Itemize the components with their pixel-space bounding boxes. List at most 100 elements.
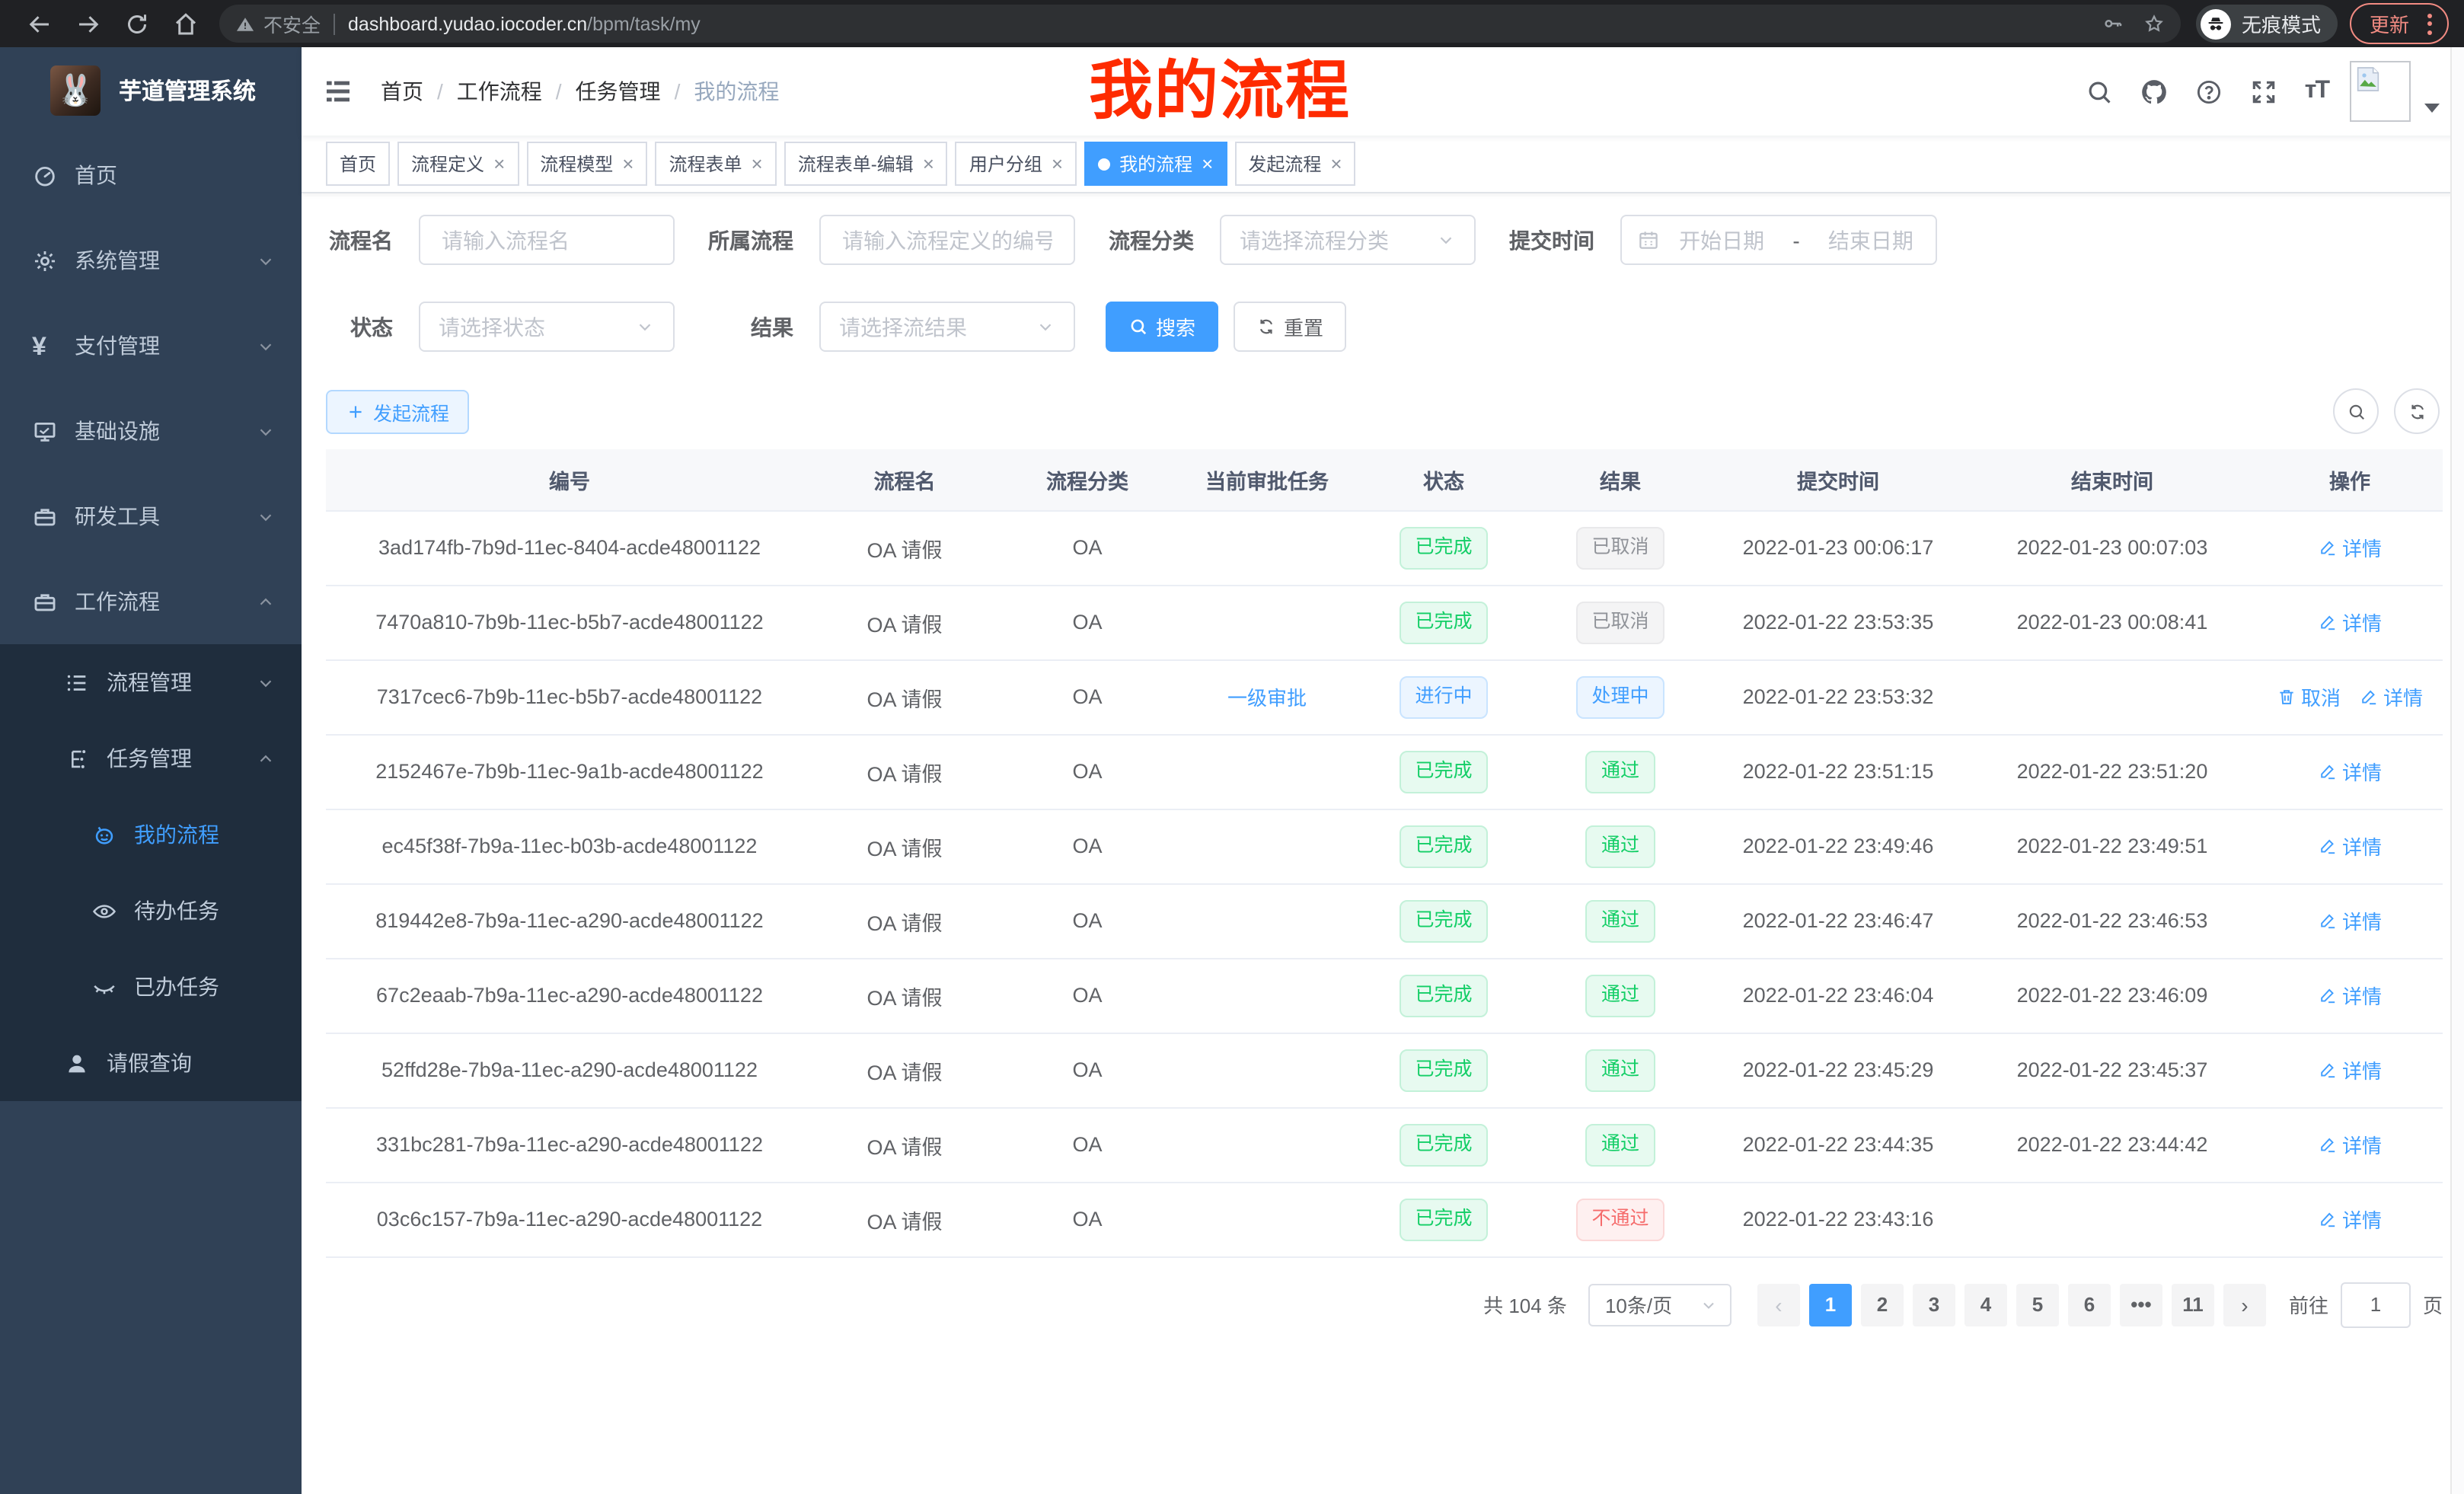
page-button-4[interactable]: 4 — [1964, 1283, 2007, 1326]
monitor-icon — [32, 418, 58, 444]
tab-home[interactable]: 首页 — [326, 142, 390, 186]
chevron-down-icon[interactable] — [2424, 104, 2440, 113]
cell-result: 通过 — [1532, 958, 1709, 1033]
cell-process-name: OA 请假 — [813, 510, 996, 585]
goto-page-input[interactable] — [2341, 1282, 2411, 1327]
page-button-11[interactable]: 11 — [2172, 1283, 2214, 1326]
security-label[interactable]: 不安全 — [263, 9, 321, 38]
sidebar-item-leave-query[interactable]: 请假查询 — [0, 1025, 302, 1101]
search-icon[interactable] — [2086, 77, 2115, 106]
sidebar-item-todo-task[interactable]: 待办任务 — [0, 873, 302, 949]
sidebar-item-workflow[interactable]: 工作流程 — [0, 559, 302, 644]
tab-process-form-edit[interactable]: 流程表单-编辑× — [784, 142, 948, 186]
close-icon[interactable]: × — [1202, 154, 1213, 174]
sidebar-item-done-task[interactable]: 已办任务 — [0, 949, 302, 1025]
tab-process-form[interactable]: 流程表单× — [655, 142, 776, 186]
help-icon[interactable] — [2195, 77, 2224, 106]
detail-button[interactable]: 详情 — [2318, 1130, 2382, 1159]
back-icon[interactable] — [26, 10, 53, 37]
home-icon[interactable] — [172, 10, 199, 37]
detail-button[interactable]: 详情 — [2359, 682, 2423, 711]
close-icon[interactable]: × — [493, 154, 505, 174]
detail-button[interactable]: 详情 — [2318, 1205, 2382, 1234]
close-icon[interactable]: × — [1330, 154, 1342, 174]
hamburger-icon[interactable] — [323, 76, 353, 107]
sidebar-item-label: 系统管理 — [75, 245, 160, 276]
detail-button[interactable]: 详情 — [2318, 757, 2382, 786]
detail-button[interactable]: 详情 — [2318, 832, 2382, 860]
browser-update-button[interactable]: 更新 — [2350, 3, 2449, 44]
gear-icon — [32, 247, 58, 273]
sidebar-item-infrastructure[interactable]: 基础设施 — [0, 388, 302, 474]
sidebar-item-payment-manage[interactable]: ¥支付管理 — [0, 303, 302, 388]
github-icon[interactable] — [2140, 77, 2169, 106]
close-icon[interactable]: × — [923, 154, 934, 174]
next-page-button[interactable]: › — [2223, 1283, 2266, 1326]
reset-button[interactable]: 重置 — [1234, 302, 1346, 352]
app-logo[interactable]: 🐰 芋道管理系统 — [0, 47, 302, 132]
address-bar[interactable]: 不安全 dashboard.yudao.iocoder.cn /bpm/task… — [219, 5, 2181, 43]
category-select[interactable]: 请选择流程分类 — [1220, 215, 1476, 265]
sidebar-item-home[interactable]: 首页 — [0, 132, 302, 218]
sidebar-item-dev-tools[interactable]: 研发工具 — [0, 474, 302, 559]
close-icon[interactable]: × — [1052, 154, 1063, 174]
tab-user-group[interactable]: 用户分组× — [956, 142, 1077, 186]
detail-button[interactable]: 详情 — [2318, 1055, 2382, 1084]
tab-process-model[interactable]: 流程模型× — [526, 142, 647, 186]
owner-process-input[interactable] — [819, 215, 1075, 265]
reload-icon[interactable] — [123, 10, 151, 37]
page-button-6[interactable]: 6 — [2068, 1283, 2111, 1326]
breadcrumb-home[interactable]: 首页 — [381, 76, 423, 107]
prev-page-button[interactable]: ‹ — [1757, 1283, 1800, 1326]
breadcrumb-workflow[interactable]: 工作流程 — [457, 76, 542, 107]
refresh-table-button[interactable] — [2394, 388, 2440, 434]
result-select[interactable]: 请选择流结果 — [819, 302, 1075, 352]
not-secure-warning-icon — [235, 13, 256, 34]
search-button[interactable]: 搜索 — [1106, 302, 1218, 352]
current-task-link[interactable]: 一级审批 — [1227, 682, 1307, 711]
cancel-button[interactable]: 取消 — [2277, 682, 2341, 711]
font-size-icon[interactable]: тТ — [2305, 78, 2328, 105]
tab-start-process[interactable]: 发起流程× — [1234, 142, 1355, 186]
start-process-button[interactable]: 发起流程 — [326, 389, 469, 433]
page-size-select[interactable]: 10条/页 — [1588, 1283, 1732, 1326]
detail-button[interactable]: 详情 — [2318, 533, 2382, 562]
password-key-icon[interactable] — [2102, 12, 2124, 35]
browser-menu-icon[interactable] — [2421, 13, 2438, 34]
page-button-3[interactable]: 3 — [1913, 1283, 1955, 1326]
goto-suffix: 页 — [2423, 1290, 2443, 1319]
tab-my-process[interactable]: 我的流程× — [1084, 142, 1227, 186]
page-scrollbar[interactable] — [2450, 47, 2464, 1494]
close-icon[interactable]: × — [752, 154, 763, 174]
result-badge: 不通过 — [1576, 1198, 1664, 1240]
fullscreen-icon[interactable] — [2250, 77, 2279, 106]
page-button-5[interactable]: 5 — [2016, 1283, 2059, 1326]
status-select[interactable]: 请选择状态 — [419, 302, 675, 352]
detail-button[interactable]: 详情 — [2318, 906, 2382, 935]
submit-time-range-picker[interactable]: 开始日期 - 结束日期 — [1620, 215, 1937, 265]
sidebar-item-system-manage[interactable]: 系统管理 — [0, 218, 302, 303]
tab-process-definition[interactable]: 流程定义× — [397, 142, 519, 186]
sidebar-item-task-manage[interactable]: 任务管理 — [0, 720, 302, 796]
cell-status: 已完成 — [1355, 510, 1532, 585]
sidebar-item-label: 已办任务 — [134, 972, 219, 1002]
cell-actions: 详情 — [2257, 1033, 2443, 1107]
detail-button[interactable]: 详情 — [2318, 608, 2382, 637]
close-icon[interactable]: × — [622, 154, 634, 174]
process-name-input[interactable] — [419, 215, 675, 265]
edit-icon — [2318, 1135, 2338, 1154]
navbar-actions: тТ — [2060, 61, 2443, 122]
user-avatar[interactable] — [2350, 61, 2411, 122]
sidebar-item-process-manage[interactable]: 流程管理 — [0, 644, 302, 720]
show-search-button[interactable] — [2333, 388, 2379, 434]
breadcrumb-task-manage[interactable]: 任务管理 — [576, 76, 661, 107]
more-pages-button[interactable]: ••• — [2120, 1283, 2162, 1326]
cell-end-time: 2022-01-22 23:46:09 — [1968, 958, 2257, 1033]
forward-icon[interactable] — [75, 10, 102, 37]
sidebar-item-my-process[interactable]: 我的流程 — [0, 796, 302, 873]
detail-button[interactable]: 详情 — [2318, 981, 2382, 1010]
bookmark-star-icon[interactable] — [2143, 12, 2166, 35]
page-button-1[interactable]: 1 — [1809, 1283, 1852, 1326]
edit-icon — [2318, 761, 2338, 781]
page-button-2[interactable]: 2 — [1861, 1283, 1904, 1326]
